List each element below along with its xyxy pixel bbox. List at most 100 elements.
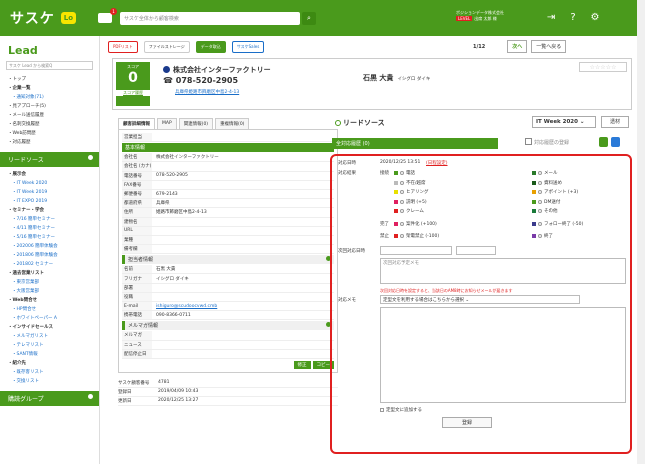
tool-tab[interactable]: サスケSales xyxy=(231,41,265,53)
submit-button[interactable]: 登録 xyxy=(442,417,492,428)
sidebar-item[interactable]: ・通知対象(71) xyxy=(0,92,99,101)
sidebar-item[interactable]: ・セミナー・学会 xyxy=(0,205,99,214)
field-value[interactable]: ishiguro@scudoocvwd.cmb xyxy=(152,304,334,309)
radio[interactable] xyxy=(538,209,542,213)
sidebar-item[interactable]: ・名刺交換履歴 xyxy=(0,119,99,128)
date-value[interactable]: 2020/12/25 13:51 xyxy=(380,160,420,165)
radio[interactable] xyxy=(400,199,404,204)
detail-tab[interactable]: MAP xyxy=(157,118,177,129)
sidebar-item[interactable]: ・201802 セミナー xyxy=(0,259,99,268)
tool-tab[interactable]: データ取込 xyxy=(195,41,226,53)
radio[interactable] xyxy=(400,222,404,226)
tool-tab[interactable]: PDFリスト xyxy=(108,41,138,53)
result-option[interactable]: アポイント (+3) xyxy=(532,189,578,195)
result-option[interactable]: 不在/越席 xyxy=(394,180,426,186)
sidebar-item[interactable]: ・IT EXPO 2019 xyxy=(0,196,99,205)
opt-done2[interactable]: フォロー終了 (-50) xyxy=(532,221,583,227)
detail-tab[interactable]: 関連情報(0) xyxy=(178,118,214,129)
radio[interactable] xyxy=(538,180,542,185)
scrollbar[interactable] xyxy=(637,0,645,464)
memo-textarea[interactable] xyxy=(380,307,626,403)
result-option[interactable]: その他 xyxy=(532,208,558,214)
radio[interactable] xyxy=(538,171,542,175)
template-select[interactable]: 定型文を利用する場合はこちらから選択 ⌄ xyxy=(380,295,580,304)
sidebar-item[interactable]: ・企業一覧 xyxy=(0,83,99,92)
result-option[interactable]: クレーム xyxy=(394,208,424,214)
section-basic[interactable]: 基本情報 xyxy=(122,143,334,153)
result-option[interactable]: DM送付 xyxy=(532,199,560,205)
collapse-icon[interactable] xyxy=(88,155,93,160)
gear-icon[interactable]: ⚙ xyxy=(588,11,602,25)
sidebar-item[interactable]: ・HP問合せ xyxy=(0,304,99,313)
sidebar-item[interactable]: ・テレマリスト xyxy=(0,340,99,349)
next-button[interactable]: 次へ xyxy=(507,40,528,53)
radio[interactable] xyxy=(538,190,542,194)
user-info[interactable]: ポジションデータ株式会社 LEVEL 出席 太郎 様 xyxy=(456,10,536,26)
sidebar-item[interactable]: ・Web問合せ xyxy=(0,295,99,304)
section-mail[interactable]: メルマガ情報 xyxy=(122,321,334,331)
app-badge[interactable]: Lo xyxy=(60,12,77,24)
next-date-input[interactable] xyxy=(380,246,452,255)
opt-done1[interactable]: 案件化 (+100) xyxy=(394,221,437,227)
opt-ban1[interactable]: 架電禁止 (-100) xyxy=(394,233,439,239)
section-person[interactable]: 担当者情報 xyxy=(122,255,334,265)
radio[interactable] xyxy=(400,209,404,213)
help-icon[interactable]: ? xyxy=(566,11,580,25)
sidebar-item[interactable]: ・メルマガリスト xyxy=(0,331,99,340)
sidebar-item[interactable]: ・交換リスト xyxy=(0,376,99,385)
sidebar-item[interactable]: ・大阪営業部 xyxy=(0,286,99,295)
result-option[interactable]: ヒアリング xyxy=(394,189,429,195)
sidebar-item[interactable]: ・Web訪問歴 xyxy=(0,128,99,137)
app-logo[interactable]: サスケ xyxy=(10,8,55,28)
calendar-icon[interactable] xyxy=(611,137,620,147)
sidebar-head-groups[interactable]: 購読グループ xyxy=(0,391,99,406)
register-history-link[interactable]: 対応履歴の登録 xyxy=(525,138,569,146)
radio[interactable] xyxy=(400,171,404,175)
detail-tab[interactable]: 重複情報(0) xyxy=(215,118,250,129)
date-change-link[interactable]: (日程設定) xyxy=(426,160,448,166)
sidebar-item[interactable]: ・対応履歴 xyxy=(0,137,99,146)
radio[interactable] xyxy=(538,222,542,226)
opt-ban2[interactable]: 終了 xyxy=(532,233,553,239)
collapse-icon[interactable] xyxy=(88,394,93,399)
sidebar-head-lead-source[interactable]: リードソース xyxy=(0,152,99,167)
logout-icon[interactable]: ⇥ xyxy=(544,11,558,25)
sidebar-item[interactable]: ・過去営業リスト xyxy=(0,268,99,277)
checkbox[interactable] xyxy=(380,408,384,412)
radio[interactable] xyxy=(400,180,404,185)
sidebar-item[interactable]: ・7/16 簡単セミナー xyxy=(0,214,99,223)
sidebar-item[interactable]: ・既存客リスト xyxy=(0,367,99,376)
next-time-input[interactable] xyxy=(456,246,496,255)
sidebar-item[interactable]: ・ホワイトペーパー A xyxy=(0,313,99,322)
result-option[interactable]: 説明 (+5) xyxy=(394,199,427,205)
radio[interactable] xyxy=(538,234,542,238)
company-address-link[interactable]: 兵庫県姫路市飾磨区中島2-4-13 xyxy=(175,89,239,95)
score-history-link[interactable]: スコア履歴 xyxy=(116,90,150,96)
add-template-checkbox[interactable]: 定型文に追加する xyxy=(380,407,422,413)
result-option[interactable]: 資料送め xyxy=(532,180,562,186)
sidebar-item[interactable]: ・メール送信履歴 xyxy=(0,110,99,119)
star-rating[interactable]: ☆☆☆☆☆ xyxy=(579,62,627,72)
sidebar-item[interactable]: ・IT Week 2019 xyxy=(0,187,99,196)
phone-icon[interactable] xyxy=(599,137,608,147)
sidebar-item[interactable]: ・IT Week 2020 xyxy=(0,178,99,187)
sidebar-item[interactable]: ・5/16 簡単セミナー xyxy=(0,232,99,241)
sidebar-item[interactable]: ・SANT情報 xyxy=(0,349,99,358)
notification-icon[interactable]: 1 xyxy=(98,8,118,23)
transfer-button[interactable]: 透材 xyxy=(601,116,629,128)
magnifier-icon[interactable]: ⌕ xyxy=(302,11,317,25)
sidebar-item[interactable]: ・4/11 簡単セミナー xyxy=(0,223,99,232)
sidebar-item[interactable]: ・展示会 xyxy=(0,169,99,178)
sidebar-item[interactable]: ・インサイドセールス xyxy=(0,322,99,331)
history-select[interactable]: 全対応履歴 (0) xyxy=(332,138,498,149)
radio[interactable] xyxy=(538,199,542,204)
sidebar-search-input[interactable]: サスケ Lead から検索Q xyxy=(6,61,93,70)
lead-logo[interactable]: Lead xyxy=(0,36,99,59)
sidebar-item[interactable]: ・201806 簡単体験会 xyxy=(0,250,99,259)
tool-tab[interactable]: ファイルストレージ xyxy=(143,41,190,53)
sidebar-item[interactable]: ・トップ xyxy=(0,74,99,83)
sidebar-item[interactable]: ・202006 簡単体験会 xyxy=(0,241,99,250)
next-memo-input[interactable]: 次回対応予定メモ xyxy=(380,258,626,284)
result-option[interactable]: 電話 xyxy=(394,170,415,176)
back-to-list-button[interactable]: 一覧へ戻る xyxy=(531,40,567,53)
